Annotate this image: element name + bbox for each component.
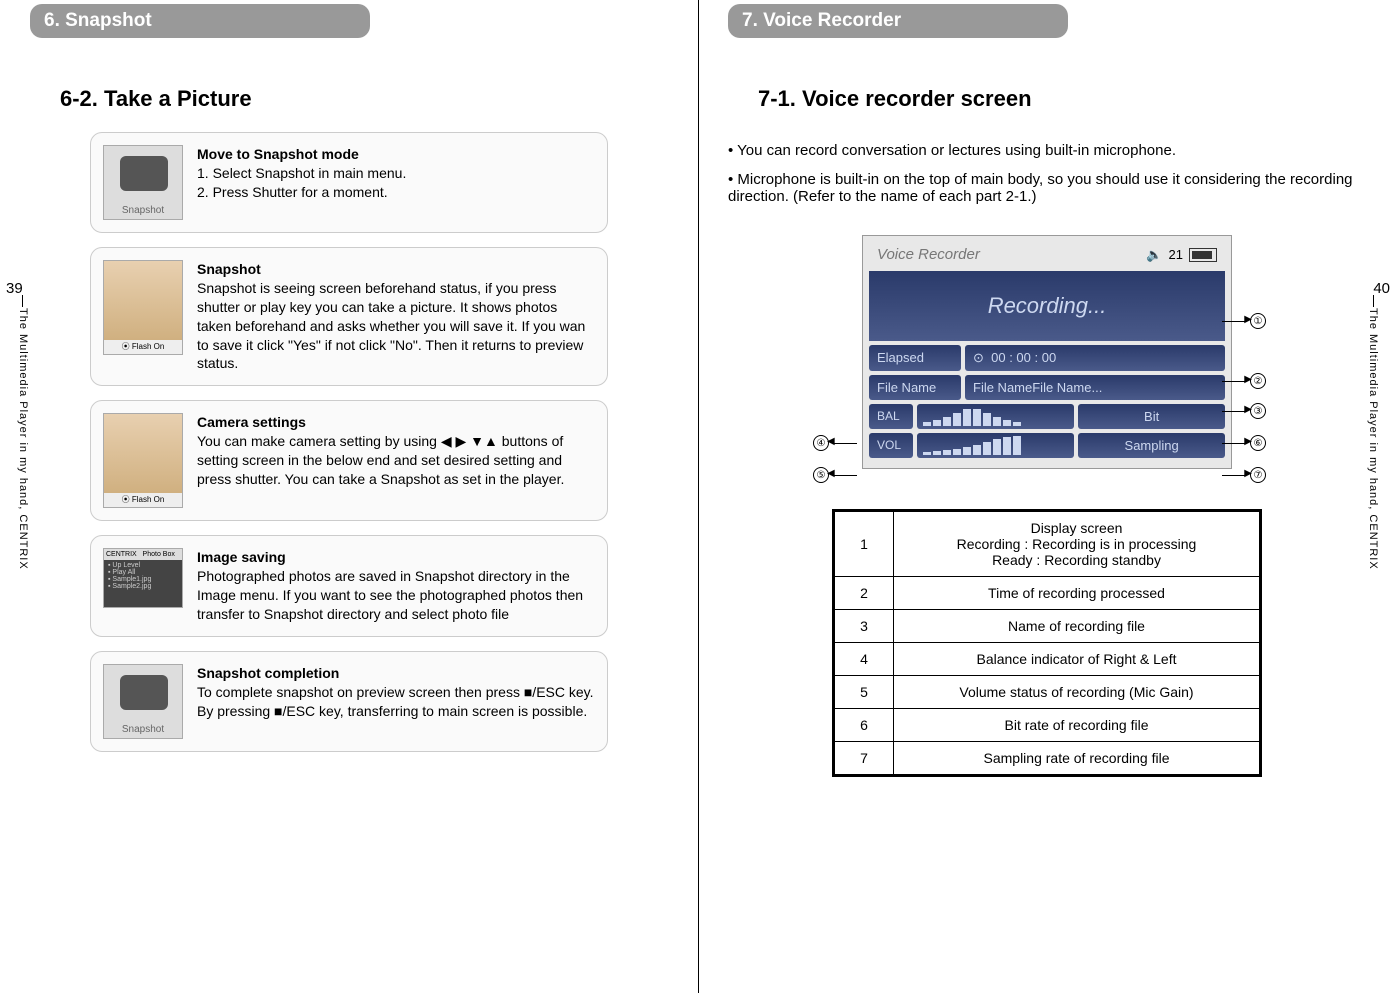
snapshot-preview-image — [103, 260, 183, 355]
table-cell: Balance indicator of Right & Left — [894, 643, 1261, 676]
table-cell: Bit rate of recording file — [894, 709, 1261, 742]
sidebar-text-left: The Multimedia Player in my hand, CENTRI… — [17, 308, 29, 588]
page-number-right: 40 — [1373, 280, 1390, 297]
feature-title: Move to Snapshot mode — [197, 145, 406, 164]
table-row: 5Volume status of recording (Mic Gain) — [834, 676, 1261, 709]
vr-vol-bars — [917, 433, 1074, 458]
document-spread: 6. Snapshot 6-2. Take a Picture 39 The M… — [0, 0, 1396, 993]
table-cell: 6 — [834, 709, 894, 742]
table-cell: 7 — [834, 742, 894, 776]
speaker-icon: 🔈 — [1146, 247, 1162, 263]
right-page: 7. Voice Recorder 7-1. Voice recorder sc… — [698, 0, 1396, 993]
feature-text: Camera settings You can make camera sett… — [197, 413, 595, 508]
table-cell: Sampling rate of recording file — [894, 742, 1261, 776]
feature-snapshot-completion: Snapshot completion To complete snapshot… — [90, 651, 608, 752]
battery-icon — [1189, 248, 1217, 262]
vr-elapsed-value: ⊙ 00 : 00 : 00 — [965, 345, 1225, 371]
callout-5: ⑤ — [813, 467, 857, 483]
callout-4: ④ — [813, 435, 857, 451]
sidebar-rule-left — [22, 295, 23, 307]
table-row: 1Display screen Recording : Recording is… — [834, 511, 1261, 577]
table-cell: Display screen Recording : Recording is … — [894, 511, 1261, 577]
intro-text-2: • Microphone is built-in on the top of m… — [728, 171, 1366, 205]
feature-body: You can make camera setting by using ◀ ▶… — [197, 432, 595, 489]
vr-filename-value: File NameFile Name... — [965, 375, 1225, 400]
feature-title: Snapshot completion — [197, 664, 595, 683]
sidebar-text-right: The Multimedia Player in my hand, CENTRI… — [1367, 308, 1379, 588]
vr-elapsed-label: Elapsed — [869, 345, 961, 371]
vr-bal-label: BAL — [869, 404, 913, 429]
feature-move-snapshot: Move to Snapshot mode 1. Select Snapshot… — [90, 132, 608, 233]
table-cell: 1 — [834, 511, 894, 577]
feature-snapshot: Snapshot Snapshot is seeing screen befor… — [90, 247, 608, 386]
vr-sampling-label: Sampling — [1078, 433, 1225, 458]
section-header-left: 6. Snapshot — [30, 4, 370, 38]
feature-body: 1. Select Snapshot in main menu. 2. Pres… — [197, 164, 406, 202]
table-row: 6Bit rate of recording file — [834, 709, 1261, 742]
table-cell: 5 — [834, 676, 894, 709]
feature-title: Camera settings — [197, 413, 595, 432]
voice-recorder-screen: Voice Recorder 🔈 21 Recording... Elapsed… — [862, 235, 1232, 469]
feature-text: Move to Snapshot mode 1. Select Snapshot… — [197, 145, 406, 220]
page-number-left: 39 — [6, 280, 23, 297]
callout-1: ① — [1222, 313, 1266, 329]
section-header-right: 7. Voice Recorder — [728, 4, 1068, 38]
image-list-mock: CENTRIX Photo Box ▪ Up Level▪ Play All▪ … — [103, 548, 183, 608]
table-row: 7Sampling rate of recording file — [834, 742, 1261, 776]
table-cell: 3 — [834, 610, 894, 643]
feature-text: Snapshot Snapshot is seeing screen befor… — [197, 260, 595, 373]
vr-filename-label: File Name — [869, 375, 961, 400]
table-row: 4Balance indicator of Right & Left — [834, 643, 1261, 676]
voice-recorder-figure: Voice Recorder 🔈 21 Recording... Elapsed… — [728, 235, 1366, 469]
table-row: 3Name of recording file — [834, 610, 1261, 643]
feature-title: Image saving — [197, 548, 595, 567]
snapshot-icon — [103, 145, 183, 220]
vr-title: Voice Recorder — [877, 246, 980, 263]
feature-text: Snapshot completion To complete snapshot… — [197, 664, 595, 739]
callout-3: ③ — [1222, 403, 1266, 419]
battery-number: 21 — [1169, 247, 1183, 262]
intro-text-1: • You can record conversation or lecture… — [728, 142, 1366, 159]
table-cell: 2 — [834, 577, 894, 610]
callout-7: ⑦ — [1222, 467, 1266, 483]
page-title-right: 7-1. Voice recorder screen — [758, 86, 1366, 112]
description-table: 1Display screen Recording : Recording is… — [832, 509, 1262, 777]
sidebar-rule-right — [1373, 295, 1374, 307]
feature-image-saving: CENTRIX Photo Box ▪ Up Level▪ Play All▪ … — [90, 535, 608, 637]
vr-vol-label: VOL — [869, 433, 913, 458]
table-row: 2Time of recording processed — [834, 577, 1261, 610]
feature-body: Snapshot is seeing screen beforehand sta… — [197, 279, 595, 373]
table-cell: 4 — [834, 643, 894, 676]
page-title-left: 6-2. Take a Picture — [60, 86, 668, 112]
camera-settings-image — [103, 413, 183, 508]
feature-text: Image saving Photographed photos are sav… — [197, 548, 595, 624]
left-page: 6. Snapshot 6-2. Take a Picture 39 The M… — [0, 0, 698, 993]
table-cell: Volume status of recording (Mic Gain) — [894, 676, 1261, 709]
vr-bit-label: Bit — [1078, 404, 1225, 429]
table-cell: Time of recording processed — [894, 577, 1261, 610]
vr-status: Recording... — [869, 271, 1225, 341]
snapshot-icon — [103, 664, 183, 739]
feature-camera-settings: Camera settings You can make camera sett… — [90, 400, 608, 521]
feature-title: Snapshot — [197, 260, 595, 279]
vr-battery: 🔈 21 — [1146, 247, 1217, 263]
vr-bal-bars — [917, 404, 1074, 429]
feature-body: To complete snapshot on preview screen t… — [197, 683, 595, 721]
table-cell: Name of recording file — [894, 610, 1261, 643]
intro-block: • You can record conversation or lecture… — [728, 142, 1366, 205]
callout-6: ⑥ — [1222, 435, 1266, 451]
callout-2: ② — [1222, 373, 1266, 389]
feature-body: Photographed photos are saved in Snapsho… — [197, 567, 595, 624]
